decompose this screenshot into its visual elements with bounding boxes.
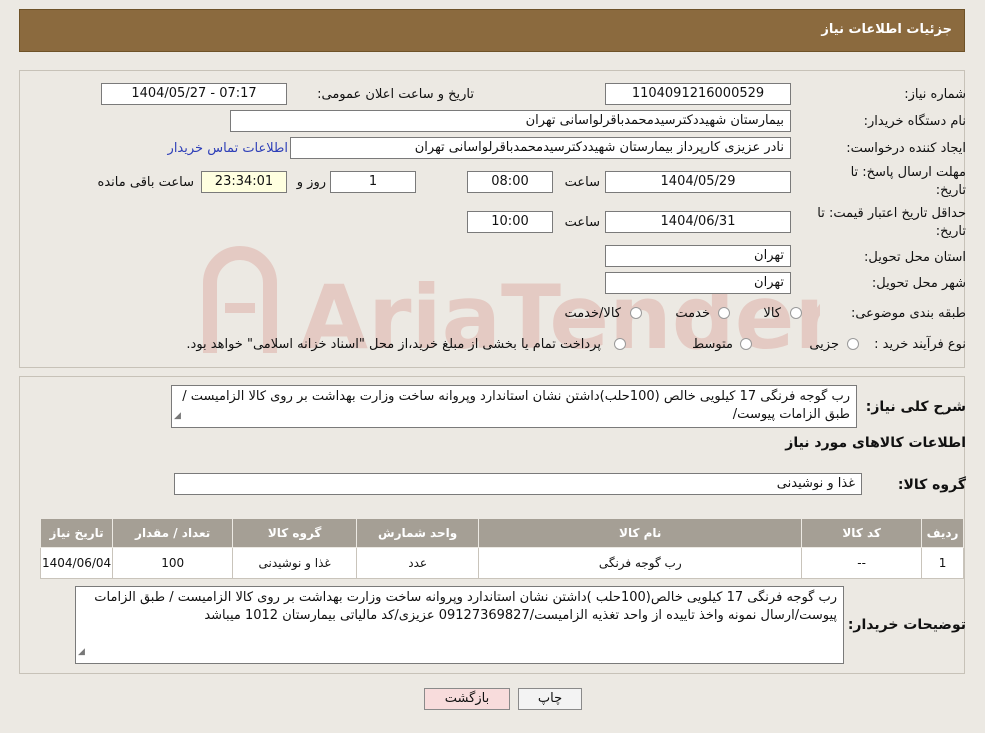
category-radio-service[interactable] <box>718 307 730 319</box>
process-label: نوع فرآیند خرید : <box>874 337 966 352</box>
buyer-contact-link[interactable]: اطلاعات تماس خریدار <box>168 141 288 156</box>
deadline-time-field: 08:00 <box>467 171 553 193</box>
goods-heading: اطلاعات کالاهای مورد نیاز <box>785 435 966 451</box>
process-radio-treasury[interactable] <box>614 338 626 350</box>
col-unit: واحد شمارش <box>356 518 480 548</box>
cell-goods-group: غذا و نوشیدنی <box>232 547 358 579</box>
cell-quantity: 100 <box>112 547 234 579</box>
days-label: روز و <box>296 175 326 190</box>
buyer-org-field: بیمارستان شهیددکترسیدمحمدباقرلواسانی تهر… <box>230 110 791 132</box>
validity-time-field: 10:00 <box>467 211 553 233</box>
print-button[interactable]: چاپ <box>518 688 582 710</box>
goods-group-label: گروه کالا: <box>897 477 966 493</box>
category-option-service: خدمت <box>675 306 710 321</box>
process-radio-minor[interactable] <box>847 338 859 350</box>
need-number-label: شماره نیاز: <box>904 87 966 102</box>
city-field: تهران <box>605 272 791 294</box>
category-label: طبقه بندی موضوعی: <box>850 306 966 321</box>
announce-datetime-field: 1404/05/27 - 07:17 <box>101 83 287 105</box>
col-goods-group: گروه کالا <box>232 518 358 548</box>
validity-label: حداقل تاریخ اعتبار قیمت: تا <box>817 206 966 221</box>
buyer-org-label: نام دستگاه خریدار: <box>863 114 966 129</box>
validity-label-date: تاریخ: <box>935 224 966 239</box>
process-option-medium: متوسط <box>692 337 733 352</box>
validity-time-label: ساعت <box>564 215 600 230</box>
deadline-date-field: 1404/05/29 <box>605 171 791 193</box>
summary-label: شرح کلی نیاز: <box>865 399 966 415</box>
table-row: 1 -- رب گوجه فرنگی عدد غذا و نوشیدنی 100… <box>39 547 964 579</box>
process-treasury-note: پرداخت تمام یا بخشی از مبلغ خرید،از محل … <box>186 337 601 352</box>
col-goods-name: نام کالا <box>478 518 803 548</box>
deadline-time-label: ساعت <box>564 175 600 190</box>
process-option-minor: جزیی <box>809 337 839 352</box>
page-header: جزئیات اطلاعات نیاز <box>19 9 965 52</box>
deadline-label: مهلت ارسال پاسخ: تا <box>850 165 966 180</box>
col-need-date: تاریخ نیاز <box>39 518 114 548</box>
col-quantity: تعداد / مقدار <box>112 518 234 548</box>
buyer-notes-textarea: رب گوجه فرنگی 17 کیلویی خالص(100حلب )داش… <box>75 586 844 664</box>
cell-unit: عدد <box>356 547 480 579</box>
col-row-number: ردیف <box>921 518 964 548</box>
cell-goods-code: -- <box>801 547 923 579</box>
validity-date-field: 1404/06/31 <box>605 211 791 233</box>
back-button[interactable]: بازگشت <box>424 688 510 710</box>
province-label: استان محل تحویل: <box>864 250 966 265</box>
page-title: جزئیات اطلاعات نیاز <box>821 22 952 37</box>
need-number-field: 1104091216000529 <box>605 83 791 105</box>
cell-row-number: 1 <box>921 547 964 579</box>
summary-textarea: رب گوجه فرنگی 17 کیلویی خالص (100حلب)داش… <box>171 385 857 428</box>
goods-table: ردیف کد کالا نام کالا واحد شمارش گروه کا… <box>39 518 964 579</box>
creator-label: ایجاد کننده درخواست: <box>846 141 966 156</box>
deadline-label-date: تاریخ: <box>935 183 966 198</box>
category-radio-goods-service[interactable] <box>630 307 642 319</box>
category-radio-goods[interactable] <box>790 307 802 319</box>
resize-grip-icon[interactable]: ◢ <box>174 407 181 425</box>
remaining-days-field: 1 <box>330 171 416 193</box>
remaining-time-label: ساعت باقی مانده <box>97 175 194 190</box>
remaining-time-field: 23:34:01 <box>201 171 287 193</box>
resize-grip-icon[interactable]: ◢ <box>78 643 85 661</box>
process-radio-medium[interactable] <box>740 338 752 350</box>
announce-label: تاریخ و ساعت اعلان عمومی: <box>317 87 474 102</box>
creator-field: نادر عزیزی کارپرداز بیمارستان شهیددکترسی… <box>290 137 791 159</box>
category-option-goods: کالا <box>763 306 781 321</box>
buyer-notes-label: توضیحات خریدار: <box>847 617 966 633</box>
cell-need-date: 1404/06/04 <box>39 547 114 579</box>
city-label: شهر محل تحویل: <box>871 276 966 291</box>
col-goods-code: کد کالا <box>801 518 923 548</box>
goods-group-field: غذا و نوشیدنی <box>174 473 862 495</box>
cell-goods-name: رب گوجه فرنگی <box>478 547 803 579</box>
goods-table-header: ردیف کد کالا نام کالا واحد شمارش گروه کا… <box>39 518 964 548</box>
province-field: تهران <box>605 245 791 267</box>
category-option-goods-service: کالا/خدمت <box>564 306 621 321</box>
